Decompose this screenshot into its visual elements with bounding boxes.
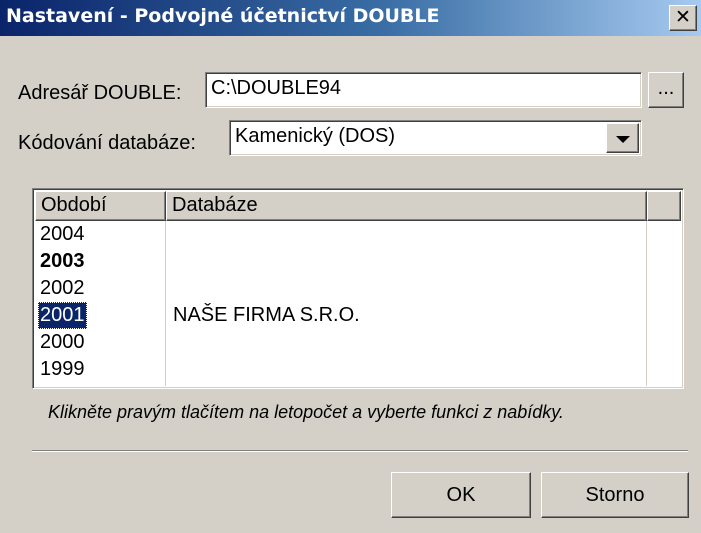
directory-label: Adresář DOUBLE: — [18, 82, 182, 104]
column-header-database[interactable]: Databáze — [166, 191, 647, 221]
encoding-dropdown-button[interactable] — [606, 123, 639, 153]
cancel-label: Storno — [585, 484, 645, 506]
period-cell: 2004 — [40, 223, 85, 245]
table-row[interactable]: 2004 — [35, 221, 681, 248]
ok-label: OK — [446, 484, 476, 506]
period-cell: 1999 — [40, 358, 85, 380]
database-cell: NAŠE FIRMA S.R.O. — [173, 304, 360, 326]
period-cell: 2001 — [38, 302, 87, 329]
browse-button[interactable]: ... — [648, 72, 684, 108]
title-bar[interactable]: Nastavení - Podvojné účetnictví DOUBLE ✕ — [0, 0, 701, 36]
directory-value: C:\DOUBLE94 — [211, 77, 342, 99]
hint-text: Klikněte pravým tlačítem na letopočet a … — [48, 402, 564, 422]
column-header-empty[interactable] — [647, 191, 681, 221]
separator-highlight — [32, 451, 688, 452]
period-cell: 2000 — [40, 331, 85, 353]
window-title: Nastavení - Podvojné účetnictví DOUBLE — [6, 5, 440, 27]
table-row[interactable]: 2002 — [35, 275, 681, 302]
table-row[interactable]: 2003 — [35, 248, 681, 275]
period-list[interactable]: Období Databáze 2004 2003 2002 2001 NAŠE… — [32, 188, 684, 389]
encoding-value: Kamenický (DOS) — [235, 125, 396, 147]
ok-button[interactable]: OK — [391, 472, 531, 518]
table-row-selected[interactable]: 2001 NAŠE FIRMA S.R.O. — [35, 302, 681, 329]
table-row[interactable]: 2000 — [35, 329, 681, 356]
column-header-period[interactable]: Období — [35, 191, 166, 221]
close-icon: ✕ — [675, 6, 691, 28]
table-row[interactable]: 1999 — [35, 356, 681, 383]
browse-label: ... — [657, 77, 675, 99]
settings-dialog: Nastavení - Podvojné účetnictví DOUBLE ✕… — [0, 0, 701, 533]
close-button[interactable]: ✕ — [669, 5, 697, 31]
chevron-down-icon — [616, 136, 630, 143]
encoding-select[interactable]: Kamenický (DOS) — [229, 120, 642, 156]
period-cell: 2002 — [40, 277, 85, 299]
directory-input[interactable]: C:\DOUBLE94 — [205, 72, 642, 108]
cancel-button[interactable]: Storno — [541, 472, 689, 518]
period-cell: 2003 — [40, 250, 85, 272]
encoding-label: Kódování databáze: — [18, 132, 196, 154]
